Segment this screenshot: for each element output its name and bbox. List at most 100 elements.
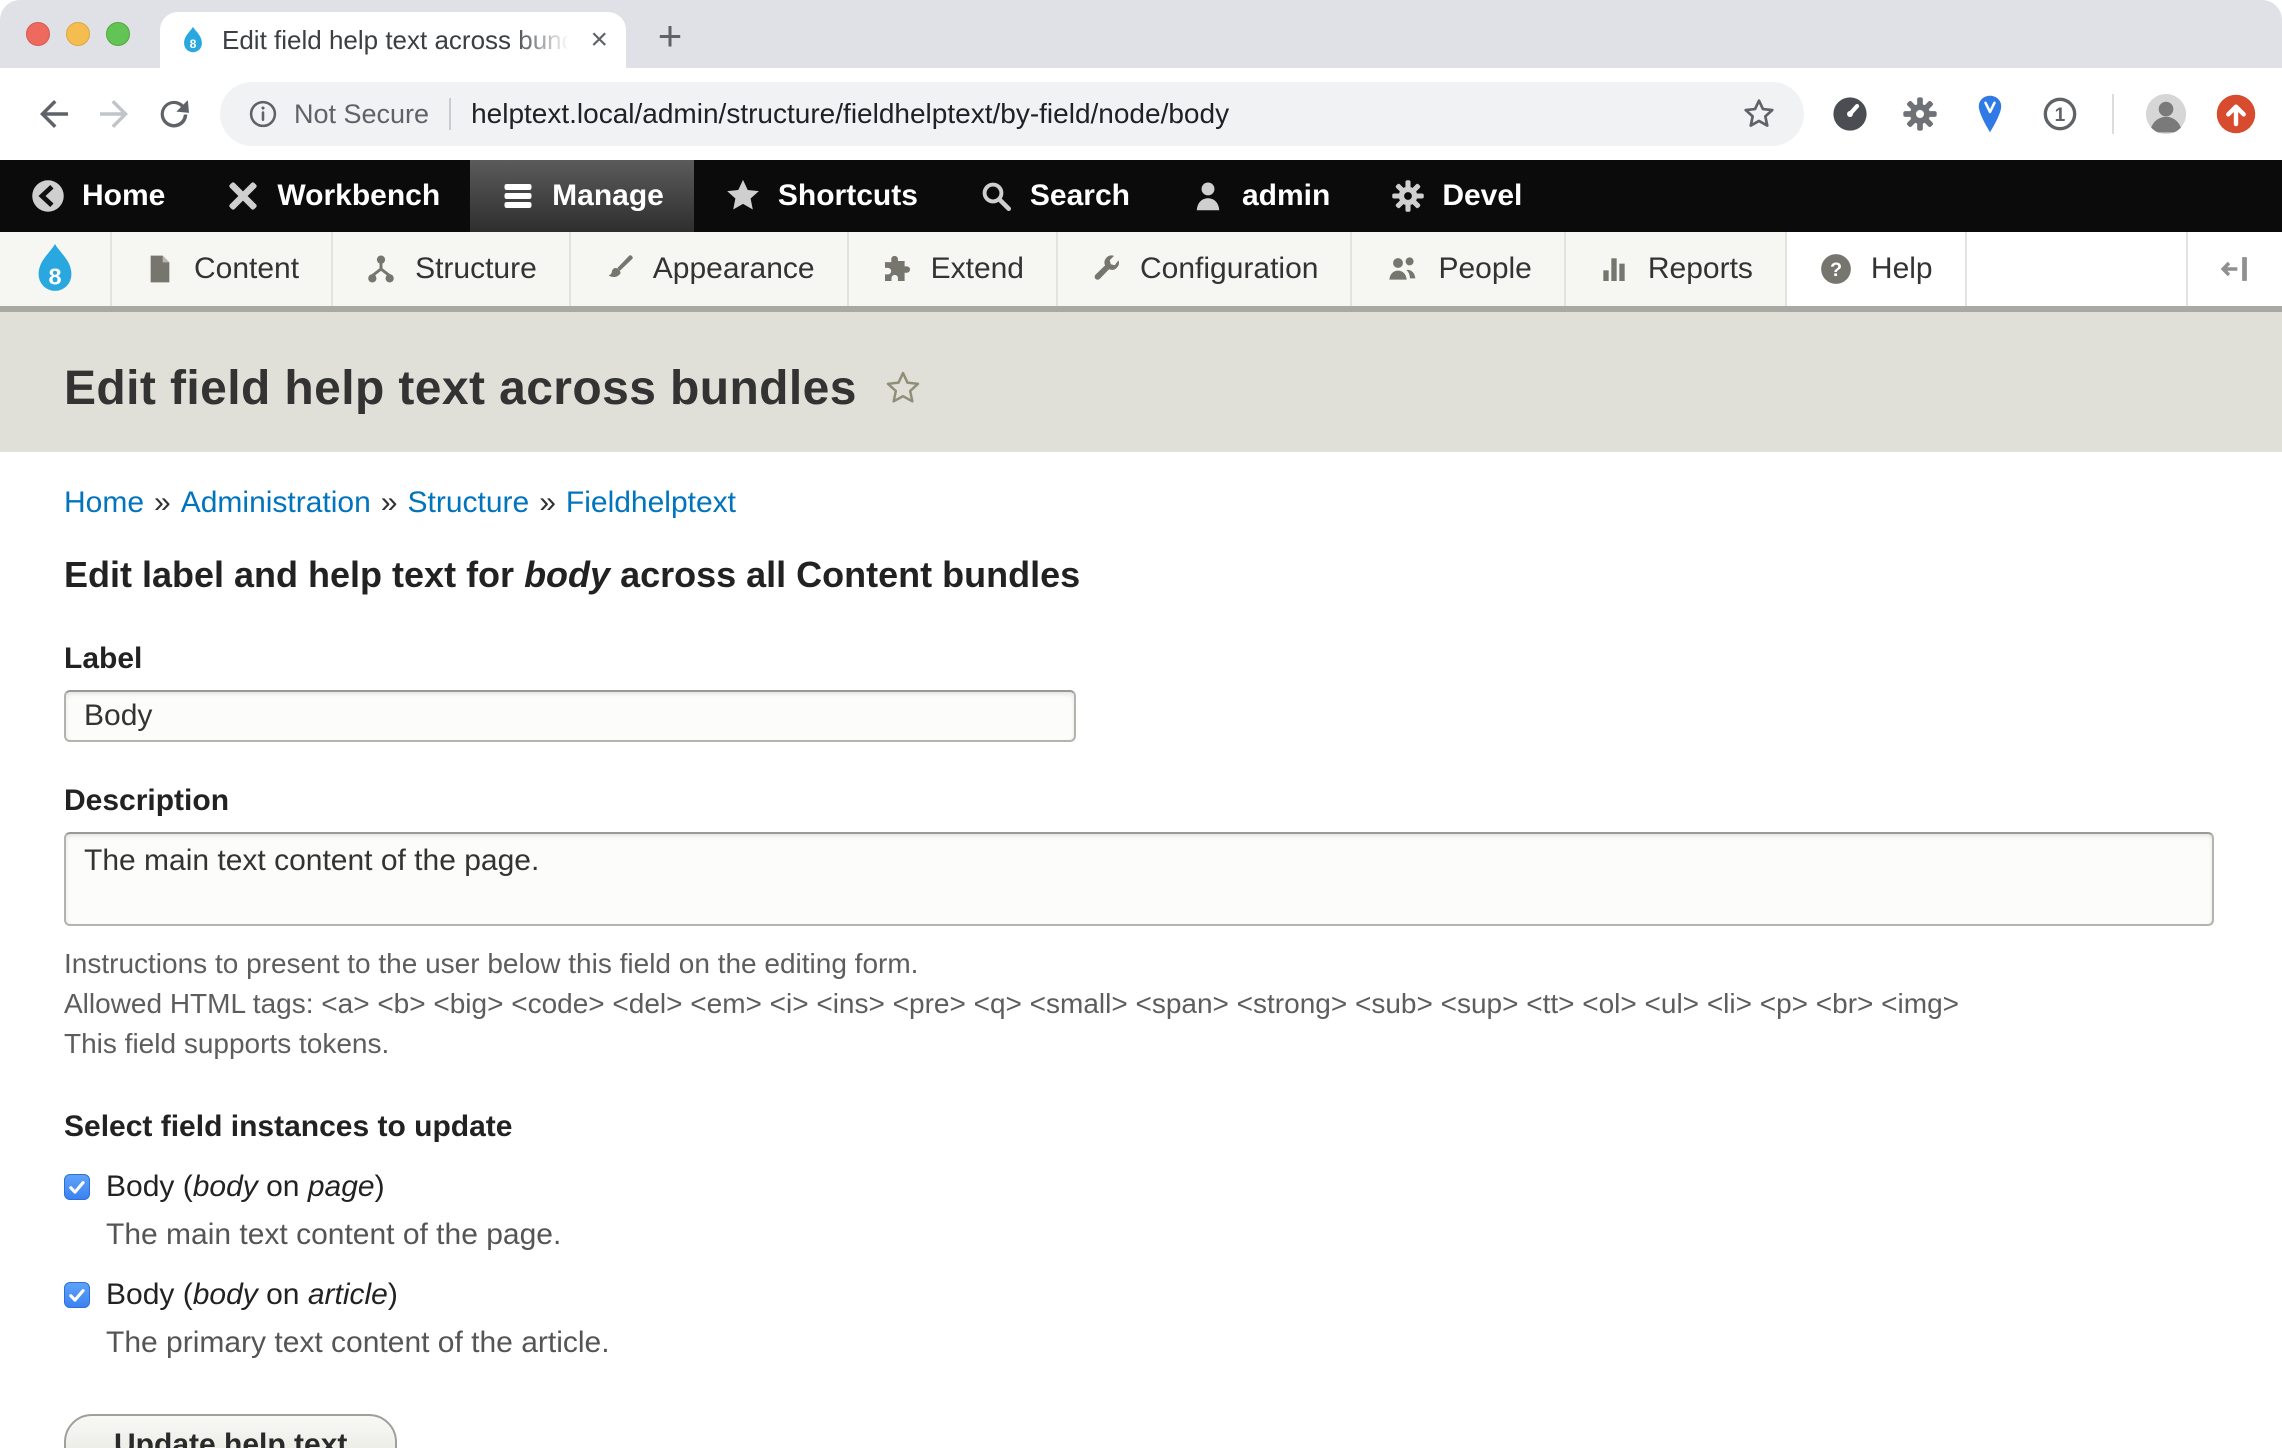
- label-field-label: Label: [64, 642, 143, 675]
- admin-toolbar-user[interactable]: admin: [1160, 160, 1360, 232]
- url-bar[interactable]: Not Secure helptext.local/admin/structur…: [220, 82, 1804, 146]
- info-icon[interactable]: [246, 97, 280, 131]
- extension-pin-icon[interactable]: [1968, 92, 2012, 136]
- omnibox-divider: [449, 98, 452, 130]
- checkbox-body-article[interactable]: [64, 1282, 90, 1308]
- wrench-icon: [1094, 255, 1119, 280]
- menu-item-structure[interactable]: Structure: [333, 232, 571, 306]
- breadcrumb-fieldhelptext[interactable]: Fieldhelptext: [566, 486, 736, 519]
- admin-toolbar-workbench[interactable]: Workbench: [195, 160, 470, 232]
- people-icon: [1389, 257, 1416, 280]
- search-icon: [982, 182, 1011, 211]
- instance-row-page: Body (body on page) The main text conten…: [64, 1170, 2214, 1252]
- close-window-button[interactable]: [26, 22, 50, 46]
- menu-item-extend[interactable]: Extend: [848, 232, 1058, 306]
- breadcrumb-separator: »: [154, 486, 171, 519]
- menu-item-appearance[interactable]: Appearance: [570, 232, 849, 306]
- breadcrumb-structure[interactable]: Structure: [407, 486, 529, 519]
- reload-icon: [160, 100, 189, 128]
- browser-window: 8 Edit field help text across bund × + N…: [0, 0, 2282, 1448]
- back-button[interactable]: [24, 84, 84, 144]
- bar-chart-icon: [1603, 258, 1625, 281]
- admin-toolbar-home[interactable]: Home: [0, 160, 195, 232]
- extensions-area: 1: [1828, 92, 2258, 136]
- window-controls: [26, 22, 130, 46]
- tokens-help-line: This field supports tokens.: [64, 1028, 390, 1059]
- chrome-update-button[interactable]: [2214, 92, 2258, 136]
- checkbox-label[interactable]: Body (body on page): [106, 1170, 385, 1204]
- allowed-tags-help-line: Allowed HTML tags: <a> <b> <big> <code> …: [64, 988, 1959, 1019]
- main-content: Home » Administration » Structure » Fieldhelpt…: [0, 452, 2282, 1448]
- page-title: Edit field help text across bundles: [64, 361, 857, 415]
- menu-item-people[interactable]: People: [1352, 232, 1566, 306]
- bookmark-star-icon[interactable]: [1740, 95, 1778, 133]
- breadcrumb-separator: »: [380, 486, 398, 519]
- extension-badge-icon[interactable]: 1: [2038, 92, 2082, 136]
- tab-close-icon[interactable]: ×: [590, 25, 608, 55]
- back-icon: [40, 100, 68, 128]
- drupal-logo[interactable]: 8: [0, 232, 112, 306]
- description-help-line: Instructions to present to the user belo…: [64, 948, 919, 979]
- hamburger-icon: [504, 184, 532, 208]
- drupal-admin-toolbar: Home Workbench Manage Shortcuts Search a…: [0, 160, 2282, 232]
- document-icon: [150, 255, 170, 283]
- toolbar-orientation-toggle[interactable]: [2186, 232, 2282, 306]
- puzzle-icon: [884, 255, 910, 281]
- description-field-label: Description: [64, 784, 230, 817]
- url-text[interactable]: helptext.local/admin/structure/fieldhelp…: [471, 98, 1740, 130]
- menu-item-configuration[interactable]: Configuration: [1058, 232, 1353, 306]
- favorite-star-icon[interactable]: [883, 368, 923, 408]
- field-machine-name: body: [524, 554, 611, 595]
- security-chip[interactable]: Not Secure: [294, 99, 429, 130]
- paintbrush-icon: [608, 255, 633, 278]
- label-input[interactable]: [64, 690, 1076, 742]
- tab-title: Edit field help text across bund: [222, 24, 577, 55]
- admin-toolbar-manage[interactable]: Manage: [470, 160, 694, 232]
- instance-description: The primary text content of the article.: [106, 1326, 610, 1359]
- drupal-favicon: 8: [184, 26, 202, 53]
- checkbox-label[interactable]: Body (body on article): [106, 1278, 398, 1312]
- svg-text:8: 8: [48, 264, 61, 290]
- instance-description: The main text content of the page.: [106, 1218, 562, 1251]
- check-icon: [69, 1289, 85, 1302]
- page-header: Edit field help text across bundles: [0, 312, 2282, 452]
- breadcrumb-home[interactable]: Home: [64, 486, 144, 519]
- menu-item-reports[interactable]: Reports: [1565, 232, 1787, 306]
- check-icon: [69, 1181, 85, 1194]
- star-icon: [727, 179, 759, 210]
- svg-text:8: 8: [190, 37, 197, 51]
- svg-text:1: 1: [2055, 105, 2066, 126]
- forward-button[interactable]: [84, 84, 144, 144]
- update-help-text-button[interactable]: Update help text: [64, 1414, 398, 1448]
- reload-button[interactable]: [144, 84, 204, 144]
- extension-gear-icon[interactable]: [1898, 92, 1942, 136]
- new-tab-button[interactable]: +: [642, 8, 698, 64]
- breadcrumb-separator: »: [539, 486, 556, 519]
- breadcrumb: Home » Administration » Structure » Fieldhelpt…: [64, 486, 2214, 520]
- menu-item-content[interactable]: Content: [112, 232, 334, 306]
- forward-icon: [100, 100, 128, 128]
- checkbox-body-page[interactable]: [64, 1174, 90, 1200]
- admin-toolbar-search[interactable]: Search: [948, 160, 1160, 232]
- crossed-tools-icon: [229, 182, 258, 210]
- extension-gauge-icon[interactable]: [1828, 92, 1872, 136]
- menu-item-help[interactable]: ? Help: [1786, 232, 1967, 306]
- svg-text:?: ?: [1830, 259, 1842, 281]
- description-textarea[interactable]: The main text content of the page.: [64, 832, 2214, 926]
- minimize-window-button[interactable]: [66, 22, 90, 46]
- breadcrumb-administration[interactable]: Administration: [181, 486, 371, 519]
- instance-row-article: Body (body on article) The primary text …: [64, 1278, 2214, 1360]
- instances-heading: Select field instances to update: [64, 1110, 513, 1143]
- help-icon: ?: [1821, 254, 1851, 284]
- profile-avatar[interactable]: [2144, 92, 2188, 136]
- toolbar-divider: [2112, 94, 2114, 134]
- zoom-window-button[interactable]: [106, 22, 130, 46]
- browser-toolbar: Not Secure helptext.local/admin/structur…: [0, 68, 2282, 160]
- admin-toolbar-devel[interactable]: Devel: [1360, 160, 1552, 232]
- back-to-site-icon: [32, 180, 64, 212]
- drupal-menu-tray: 8 Content Structure Appearance Extend Co…: [0, 232, 2282, 312]
- sitemap-icon: [368, 255, 394, 283]
- browser-tab[interactable]: 8 Edit field help text across bund ×: [160, 12, 626, 68]
- admin-toolbar-shortcuts[interactable]: Shortcuts: [694, 160, 948, 232]
- user-icon: [1196, 182, 1220, 211]
